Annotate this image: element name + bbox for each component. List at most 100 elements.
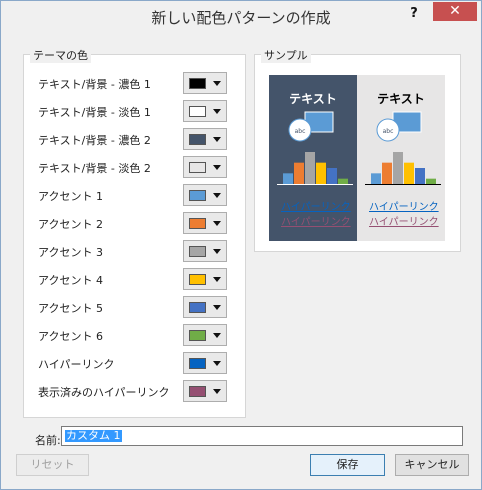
color-swatch	[189, 106, 206, 117]
dropdown-arrow-icon	[213, 165, 221, 170]
sample-chart-bar	[327, 168, 337, 184]
dropdown-arrow-icon	[213, 249, 221, 254]
theme-color-row: アクセント 1	[38, 184, 243, 206]
color-swatch	[189, 218, 206, 229]
sample-chart-bar	[316, 162, 326, 184]
sample-legend: サンプル	[261, 47, 311, 63]
title-bar: 新しい配色パターンの作成 ? ✕	[1, 1, 481, 34]
color-swatch	[189, 358, 206, 369]
theme-color-row: テキスト/背景 - 淡色 2	[38, 156, 243, 178]
theme-colors-group: テーマの色 テキスト/背景 - 濃色 1 テキスト/背景 - 淡色 1 テキスト/背…	[23, 47, 246, 418]
svg-text:abc: abc	[383, 128, 394, 135]
color-picker-button[interactable]	[183, 296, 227, 318]
theme-color-row: アクセント 6	[38, 324, 243, 346]
sample-light-shapes: abc	[376, 111, 422, 142]
theme-color-row: テキスト/背景 - 濃色 2	[38, 128, 243, 150]
color-picker-button[interactable]	[183, 72, 227, 94]
sample-chart-bar	[371, 173, 381, 184]
sample-chart-bar	[382, 162, 392, 184]
theme-color-row: アクセント 5	[38, 296, 243, 318]
sample-dark-visited-hyperlink: ハイパーリンク	[281, 217, 351, 228]
theme-color-row: アクセント 4	[38, 268, 243, 290]
theme-color-label: アクセント 2	[38, 218, 103, 231]
theme-color-label: テキスト/背景 - 濃色 1	[38, 78, 151, 91]
sample-light-title: テキスト	[377, 92, 425, 106]
sample-dark-shapes: abc	[288, 111, 334, 142]
dropdown-arrow-icon	[213, 137, 221, 142]
color-swatch	[189, 190, 206, 201]
color-picker-button[interactable]	[183, 268, 227, 290]
dropdown-arrow-icon	[213, 109, 221, 114]
help-button[interactable]: ?	[404, 6, 424, 24]
color-picker-button[interactable]	[183, 324, 227, 346]
theme-color-label: アクセント 6	[38, 330, 103, 343]
color-picker-button[interactable]	[183, 352, 227, 374]
theme-color-label: テキスト/背景 - 淡色 2	[38, 162, 151, 175]
sample-dark-panel: テキスト abc ハイパーリンク ハイパーリンク	[269, 75, 357, 241]
name-label: 名前:	[35, 434, 61, 447]
dropdown-arrow-icon	[213, 81, 221, 86]
theme-color-row: ハイパーリンク	[38, 352, 243, 374]
sample-dark-title: テキスト	[289, 92, 337, 106]
color-picker-button[interactable]	[183, 100, 227, 122]
dropdown-arrow-icon	[213, 389, 221, 394]
dropdown-arrow-icon	[213, 305, 221, 310]
theme-color-row: 表示済みのハイパーリンク	[38, 380, 243, 402]
color-picker-button[interactable]	[183, 240, 227, 262]
sample-chart-bar	[404, 162, 414, 184]
color-swatch	[189, 386, 206, 397]
theme-color-row: テキスト/背景 - 淡色 1	[38, 100, 243, 122]
sample-chart-bar	[393, 152, 403, 184]
theme-color-row: アクセント 2	[38, 212, 243, 234]
dropdown-arrow-icon	[213, 193, 221, 198]
color-swatch	[189, 78, 206, 89]
dropdown-arrow-icon	[213, 361, 221, 366]
theme-color-row: テキスト/背景 - 濃色 1	[38, 72, 243, 94]
color-picker-button[interactable]	[183, 156, 227, 178]
theme-color-label: ハイパーリンク	[38, 358, 115, 371]
theme-color-label: アクセント 3	[38, 246, 103, 259]
sample-dark-hyperlink: ハイパーリンク	[281, 202, 351, 213]
sample-light-panel: テキスト abc ハイパーリンク ハイパーリンク	[357, 75, 445, 241]
dropdown-arrow-icon	[213, 221, 221, 226]
sample-dark-chart	[277, 152, 353, 185]
color-picker-button[interactable]	[183, 184, 227, 206]
sample-group: サンプル テキスト abc ハイパーリンク ハイパーリンク テキスト abc ハ…	[254, 47, 461, 252]
sample-preview: テキスト abc ハイパーリンク ハイパーリンク テキスト abc ハイパーリン…	[269, 75, 445, 241]
sample-chart-bar	[283, 173, 293, 184]
color-picker-button[interactable]	[183, 380, 227, 402]
name-input[interactable]: カスタム 1	[61, 426, 463, 446]
sample-chart-bar	[338, 178, 348, 184]
name-input-value: カスタム 1	[65, 429, 122, 442]
color-picker-button[interactable]	[183, 212, 227, 234]
color-swatch	[189, 246, 206, 257]
theme-color-label: 表示済みのハイパーリンク	[38, 386, 170, 399]
theme-color-label: アクセント 4	[38, 274, 103, 287]
theme-color-row: アクセント 3	[38, 240, 243, 262]
color-picker-button[interactable]	[183, 128, 227, 150]
sample-chart-bar	[426, 178, 436, 184]
theme-colors-legend: テーマの色	[30, 47, 91, 63]
color-swatch	[189, 274, 206, 285]
reset-button[interactable]: リセット	[16, 454, 89, 476]
theme-color-label: テキスト/背景 - 濃色 2	[38, 134, 151, 147]
dropdown-arrow-icon	[213, 333, 221, 338]
dialog-window: 新しい配色パターンの作成 ? ✕ テーマの色 テキスト/背景 - 濃色 1 テキス…	[0, 0, 482, 490]
sample-light-hyperlink: ハイパーリンク	[369, 202, 439, 213]
sample-chart-bar	[294, 162, 304, 184]
color-swatch	[189, 162, 206, 173]
svg-text:abc: abc	[295, 128, 306, 135]
sample-chart-bar	[305, 152, 315, 184]
theme-color-label: アクセント 1	[38, 190, 103, 203]
sample-chart-bar	[415, 168, 425, 184]
theme-color-label: テキスト/背景 - 淡色 1	[38, 106, 151, 119]
save-button[interactable]: 保存	[310, 454, 385, 476]
close-button[interactable]: ✕	[433, 2, 477, 21]
sample-light-chart	[365, 152, 441, 185]
sample-light-visited-hyperlink: ハイパーリンク	[369, 217, 439, 228]
dropdown-arrow-icon	[213, 277, 221, 282]
color-swatch	[189, 330, 206, 341]
color-swatch	[189, 302, 206, 313]
cancel-button[interactable]: キャンセル	[395, 454, 469, 476]
color-swatch	[189, 134, 206, 145]
